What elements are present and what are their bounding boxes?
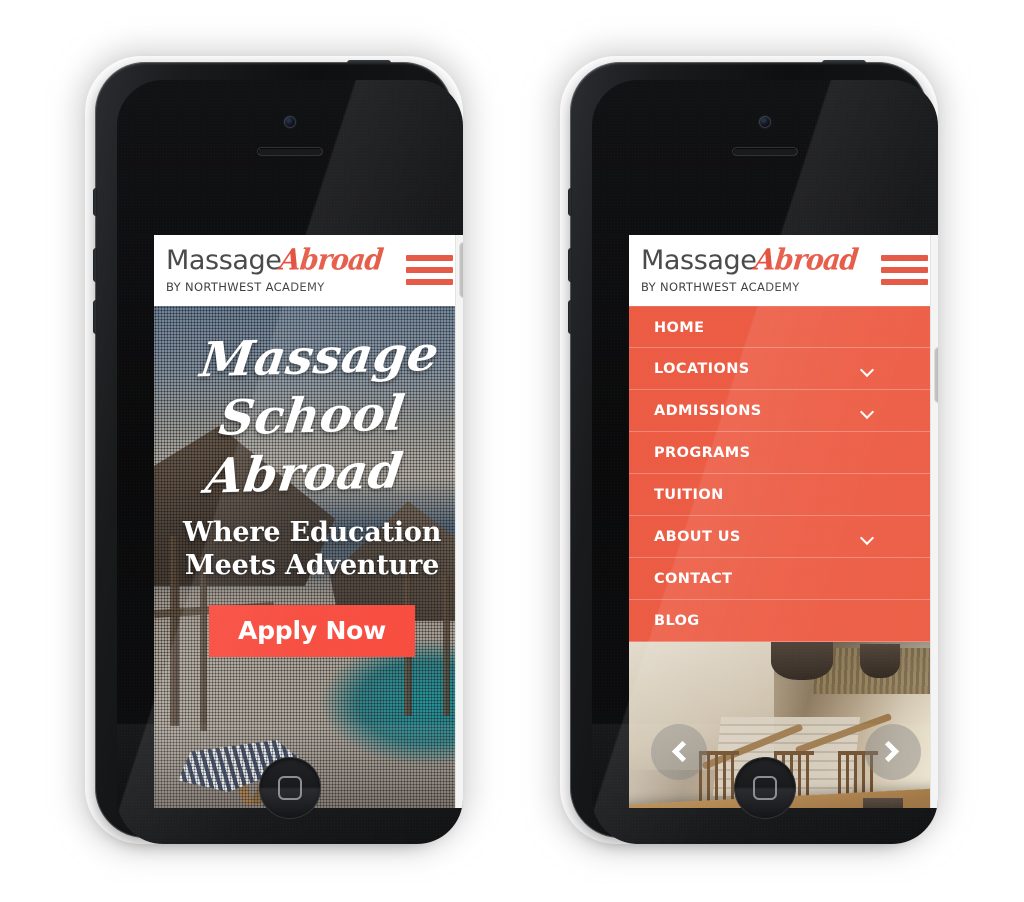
chevron-left-icon xyxy=(671,740,694,763)
scrollbar-thumb[interactable] xyxy=(459,242,463,298)
carousel-next-button[interactable] xyxy=(865,724,921,780)
nav-item-programs[interactable]: PROGRAMS xyxy=(629,432,938,474)
front-camera-icon xyxy=(284,116,296,128)
carousel-prev-button[interactable] xyxy=(651,724,707,780)
hero-content: Massage School Abroad Where Education Me… xyxy=(154,326,463,658)
site-header: MassageAbroad BY NORTHWEST ACADEMY xyxy=(154,235,463,306)
hero-script-line-2: Abroad xyxy=(202,443,407,505)
hero-script-heading: Massage School Abroad xyxy=(154,324,463,508)
pendant-lamp xyxy=(771,642,834,680)
hamburger-icon[interactable] xyxy=(406,255,453,285)
table-bowl xyxy=(862,798,903,808)
hamburger-bar xyxy=(406,255,453,261)
nav-item-label: ADMISSIONS xyxy=(654,403,762,419)
nav-item-tuition[interactable]: TUITION xyxy=(629,474,938,516)
phone-screen-right: MassageAbroad BY NORTHWEST ACADEMY HOME … xyxy=(629,235,938,808)
logo-massage-text: Massage xyxy=(641,245,757,276)
hero-subtitle-line-2: Meets Adventure xyxy=(184,550,440,582)
phone-screen-left: MassageAbroad BY NORTHWEST ACADEMY Massa… xyxy=(154,235,463,808)
earpiece-speaker-icon xyxy=(732,147,798,156)
hamburger-bar xyxy=(406,267,453,273)
site-header: MassageAbroad BY NORTHWEST ACADEMY xyxy=(629,235,938,306)
nav-item-home[interactable]: HOME xyxy=(629,306,938,348)
nav-item-label: LOCATIONS xyxy=(654,361,750,377)
volume-up-button[interactable] xyxy=(93,248,97,282)
hamburger-icon[interactable] xyxy=(881,255,928,285)
nav-item-label: PROGRAMS xyxy=(654,445,751,461)
phone-mockup-left: MassageAbroad BY NORTHWEST ACADEMY Massa… xyxy=(79,50,469,850)
front-camera-icon xyxy=(759,116,771,128)
apply-now-button[interactable]: Apply Now xyxy=(209,605,415,658)
chevron-down-icon[interactable] xyxy=(862,365,873,376)
earpiece-speaker-icon xyxy=(257,147,323,156)
nav-item-admissions[interactable]: ADMISSIONS xyxy=(629,390,938,432)
chevron-down-icon[interactable] xyxy=(862,407,873,418)
scrollbar-thumb[interactable] xyxy=(934,347,938,403)
page-scrollbar[interactable] xyxy=(455,235,463,808)
power-button[interactable] xyxy=(822,60,866,64)
phone-body: MassageAbroad BY NORTHWEST ACADEMY xyxy=(568,60,938,844)
volume-down-button[interactable] xyxy=(568,300,572,334)
volume-up-button[interactable] xyxy=(568,248,572,282)
power-button[interactable] xyxy=(347,60,391,64)
hero-subtitle: Where Education Meets Adventure xyxy=(162,516,462,584)
logo-tagline: BY NORTHWEST ACADEMY xyxy=(641,280,800,294)
volume-down-button[interactable] xyxy=(93,300,97,334)
home-button-square-icon xyxy=(753,776,777,800)
logo-tagline: BY NORTHWEST ACADEMY xyxy=(166,280,325,294)
page-scrollbar[interactable] xyxy=(930,235,938,808)
logo-wordmark: MassageAbroad xyxy=(166,243,385,278)
phone-bezel: MassageAbroad BY NORTHWEST ACADEMY xyxy=(117,80,463,844)
phone-body: MassageAbroad BY NORTHWEST ACADEMY xyxy=(93,60,463,844)
phone-bezel: MassageAbroad BY NORTHWEST ACADEMY xyxy=(592,80,938,844)
nav-item-label: TUITION xyxy=(654,487,724,503)
nav-item-about-us[interactable]: ABOUT US xyxy=(629,516,938,558)
mockup-stage: MassageAbroad BY NORTHWEST ACADEMY Massa… xyxy=(0,0,1024,902)
nav-item-blog[interactable]: BLOG xyxy=(629,600,938,642)
hero-script-line-1: Massage School xyxy=(197,325,443,447)
home-button[interactable] xyxy=(734,757,796,819)
nav-item-label: BLOG xyxy=(654,613,700,629)
mute-switch[interactable] xyxy=(93,188,97,216)
home-button[interactable] xyxy=(259,757,321,819)
pendant-lamp xyxy=(859,644,900,678)
hamburger-bar xyxy=(881,255,928,261)
hero-banner: Massage School Abroad Where Education Me… xyxy=(154,306,463,808)
nav-item-locations[interactable]: LOCATIONS xyxy=(629,348,938,390)
mobile-nav-menu: HOME LOCATIONS ADMISSIONS PROGRAMS TUITI… xyxy=(629,306,938,642)
logo-massage-text: Massage xyxy=(166,245,282,276)
chevron-right-icon xyxy=(877,740,900,763)
nav-item-label: ABOUT US xyxy=(654,529,741,545)
nav-item-label: CONTACT xyxy=(654,571,733,587)
hamburger-bar xyxy=(881,279,928,285)
hamburger-bar xyxy=(881,267,928,273)
hamburger-bar xyxy=(406,279,453,285)
logo-wordmark: MassageAbroad xyxy=(641,243,860,278)
nav-item-label: HOME xyxy=(654,320,705,336)
phone-mockup-right: MassageAbroad BY NORTHWEST ACADEMY HOME … xyxy=(554,50,944,850)
chevron-down-icon[interactable] xyxy=(862,533,873,544)
mute-switch[interactable] xyxy=(568,188,572,216)
hero-subtitle-line-1: Where Education xyxy=(182,516,442,548)
logo-abroad-text: Abroad xyxy=(278,243,385,278)
logo-abroad-text: Abroad xyxy=(753,243,860,278)
nav-item-contact[interactable]: CONTACT xyxy=(629,558,938,600)
home-button-square-icon xyxy=(278,776,302,800)
